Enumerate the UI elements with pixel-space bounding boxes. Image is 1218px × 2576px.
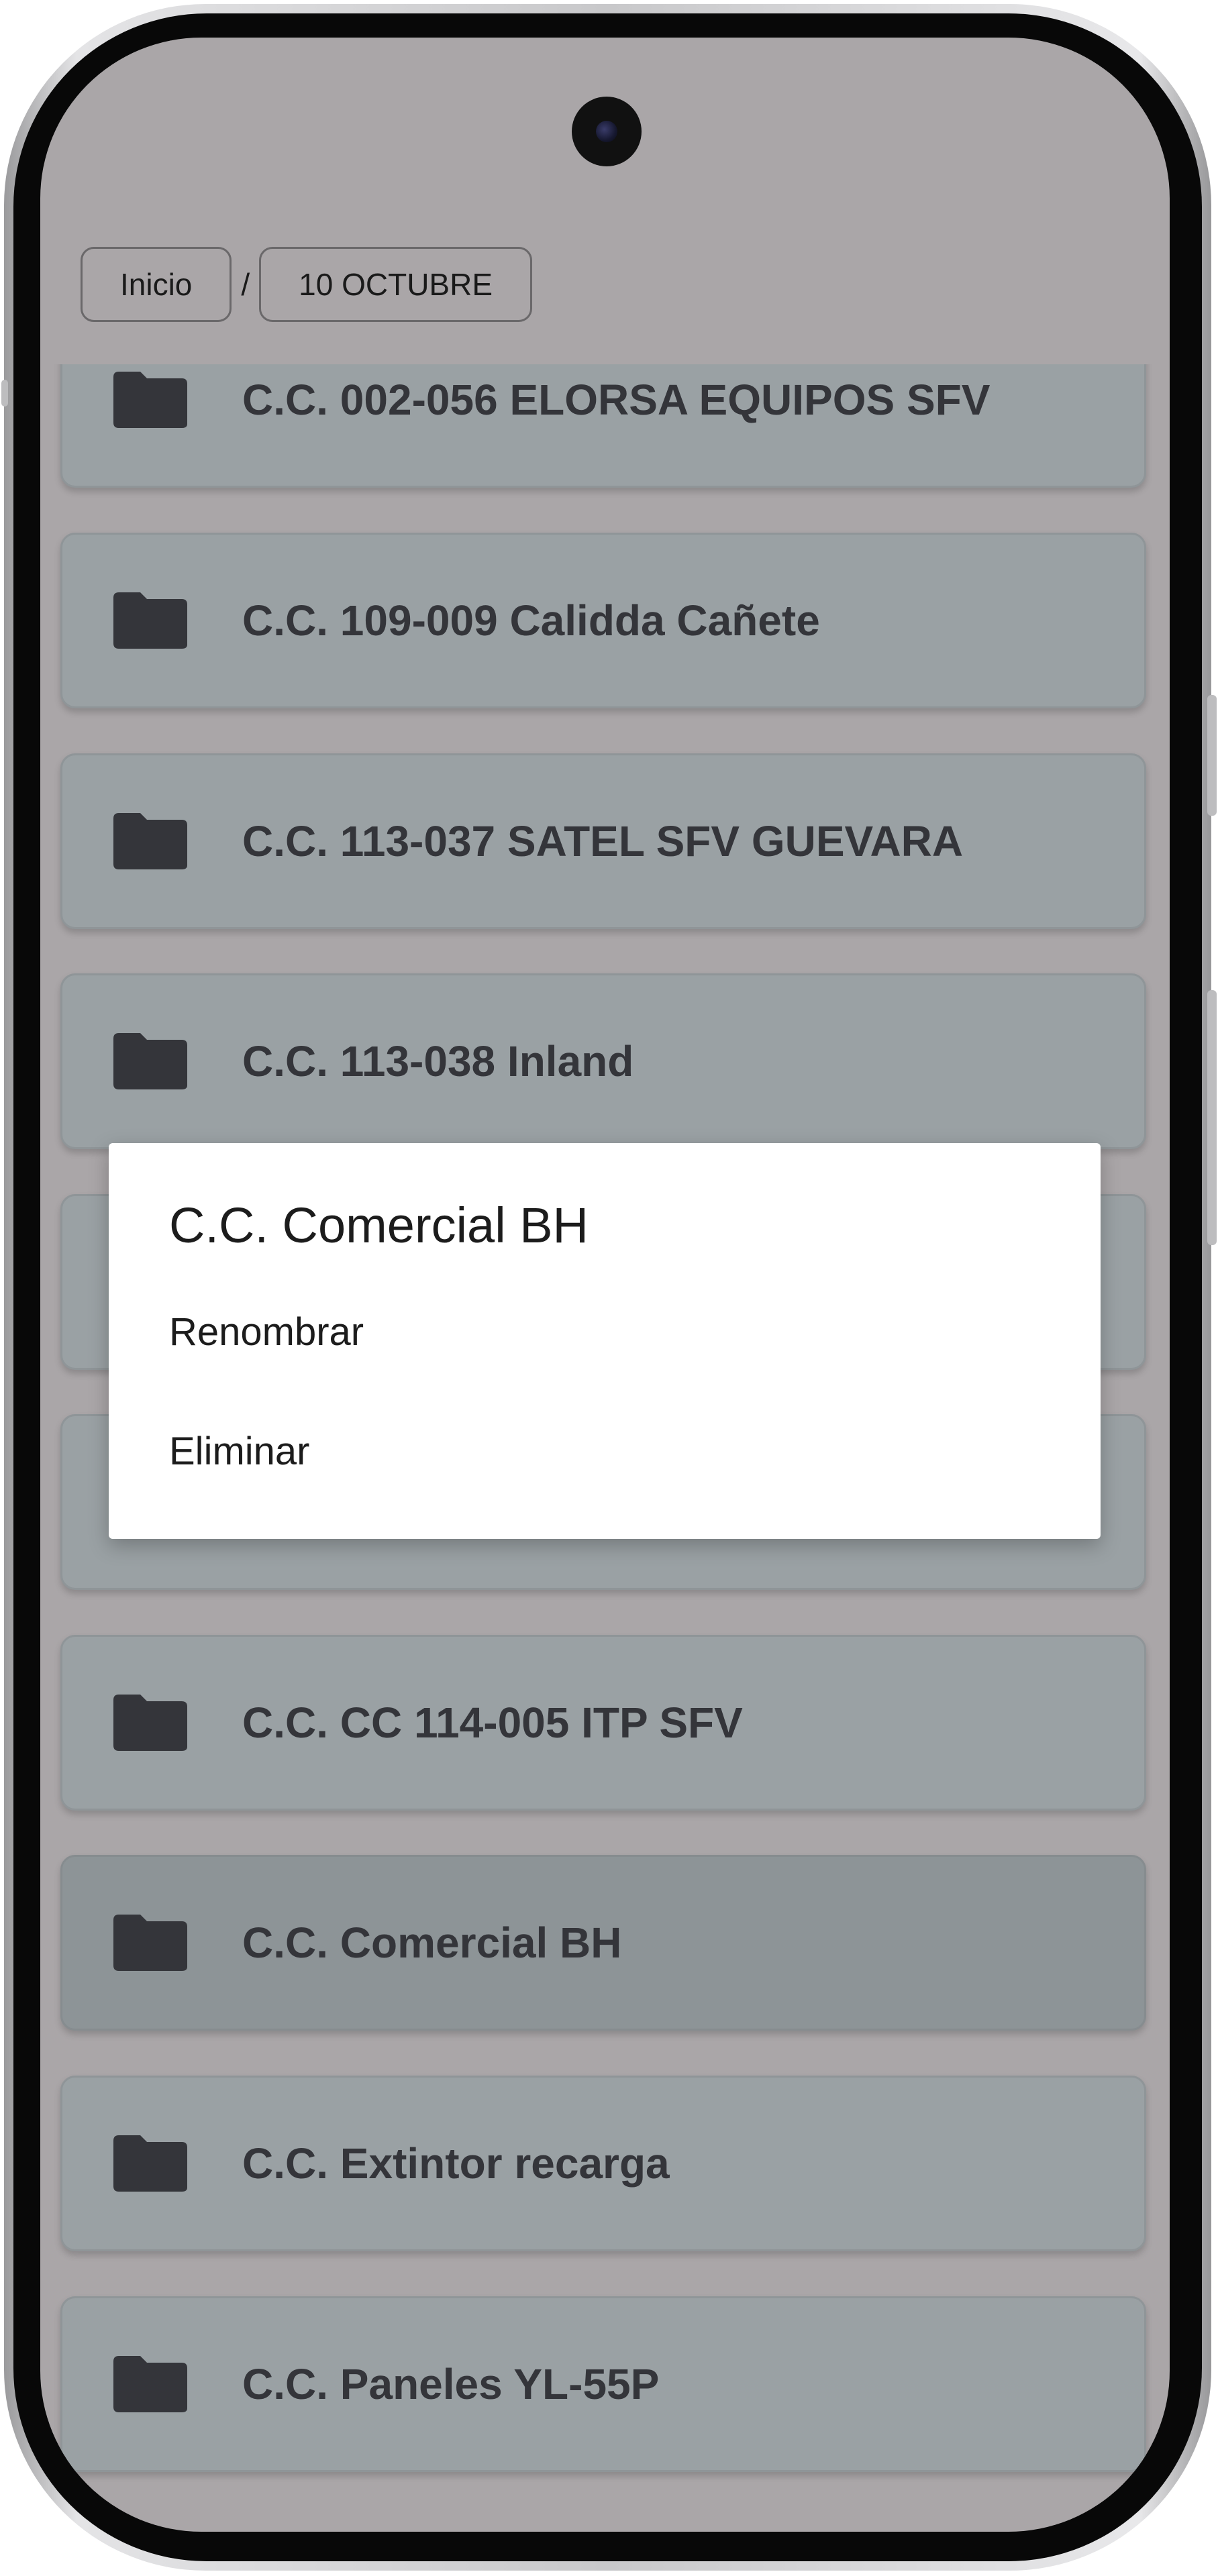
folder-icon bbox=[113, 2135, 187, 2192]
breadcrumb-current[interactable]: 10 OCTUBRE bbox=[259, 247, 533, 322]
folder-label: C.C. 113-037 SATEL SFV GUEVARA bbox=[242, 817, 964, 865]
rename-option[interactable]: Renombrar bbox=[169, 1309, 364, 1354]
folder-label: C.C. 002-056 ELORSA EQUIPOS SFV bbox=[242, 376, 991, 424]
dialog-title: C.C. Comercial BH bbox=[169, 1197, 589, 1253]
folder-icon bbox=[113, 813, 187, 869]
delete-option[interactable]: Eliminar bbox=[169, 1429, 310, 1474]
folder-icon bbox=[113, 592, 187, 649]
action-button bbox=[1, 380, 8, 407]
folder-label: C.C. Extintor recarga bbox=[242, 2139, 670, 2188]
folder-item[interactable]: C.C. 113-038 Inland bbox=[60, 973, 1146, 1149]
folder-icon bbox=[113, 1915, 187, 1971]
folder-label: C.C. 113-038 Inland bbox=[242, 1037, 634, 1085]
power-button bbox=[1207, 990, 1217, 1245]
folder-label: C.C. CC 114-005 ITP SFV bbox=[242, 1699, 743, 1747]
breadcrumb: Inicio / 10 OCTUBRE bbox=[81, 246, 533, 323]
folder-label: C.C. Comercial BH bbox=[242, 1919, 622, 1967]
folder-item[interactable]: C.C. 002-056 ELORSA EQUIPOS SFV bbox=[60, 364, 1146, 488]
folder-icon bbox=[113, 1695, 187, 1751]
front-camera bbox=[572, 97, 642, 166]
folder-item[interactable]: C.C. CC 114-005 ITP SFV bbox=[60, 1635, 1146, 1811]
folder-label: C.C. 109-009 Calidda Cañete bbox=[242, 596, 820, 645]
folder-icon bbox=[113, 2356, 187, 2412]
app-screen: Inicio / 10 OCTUBRE C.C. 002-056 ELORSA … bbox=[40, 38, 1170, 2532]
volume-up-button bbox=[1207, 695, 1217, 816]
folder-icon bbox=[113, 372, 187, 428]
folder-item[interactable]: C.C. Paneles YL-55P bbox=[60, 2296, 1146, 2472]
folder-item-selected[interactable]: C.C. Comercial BH bbox=[60, 1855, 1146, 2031]
breadcrumb-separator: / bbox=[241, 267, 250, 302]
folder-item[interactable]: C.C. 109-009 Calidda Cañete bbox=[60, 533, 1146, 708]
folder-label: C.C. Paneles YL-55P bbox=[242, 2360, 660, 2408]
folder-item[interactable]: C.C. Extintor recarga bbox=[60, 2076, 1146, 2251]
breadcrumb-home[interactable]: Inicio bbox=[81, 247, 232, 322]
folder-icon bbox=[113, 1033, 187, 1089]
folder-item[interactable]: C.C. 113-037 SATEL SFV GUEVARA bbox=[60, 753, 1146, 929]
context-menu-dialog: C.C. Comercial BH Renombrar Eliminar bbox=[109, 1143, 1101, 1539]
